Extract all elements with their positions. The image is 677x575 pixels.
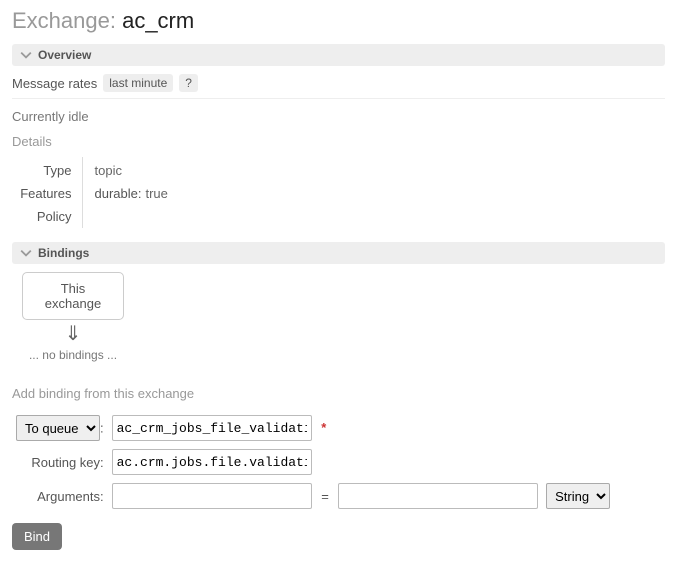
arguments-label: Arguments: [12, 479, 108, 513]
bind-button[interactable]: Bind [12, 523, 62, 550]
policy-label: Policy [12, 205, 82, 228]
table-row: Features durable:true [12, 182, 176, 205]
bindings-title: Bindings [38, 246, 89, 260]
table-row: Type topic [12, 157, 176, 182]
last-minute-tag[interactable]: last minute [103, 74, 173, 92]
policy-value [82, 205, 176, 228]
table-row: Routing key: [12, 445, 614, 479]
argument-key-input[interactable] [112, 483, 312, 509]
features-label: Features [12, 182, 82, 205]
argument-type-select[interactable]: String [546, 483, 610, 509]
no-bindings-text: ... no bindings ... [22, 348, 124, 362]
required-mark: * [321, 420, 326, 435]
this-exchange-box: This exchange [22, 272, 124, 320]
overview-body: Message rates last minute ? Currently id… [12, 74, 665, 228]
divider [12, 98, 665, 99]
destination-type-select[interactable]: To queue [16, 415, 100, 441]
page-title: Exchange: ac_crm [12, 8, 665, 34]
destination-name-input[interactable] [112, 415, 312, 441]
argument-value-input[interactable] [338, 483, 538, 509]
overview-title: Overview [38, 48, 91, 62]
table-row: Arguments: = String [12, 479, 614, 513]
durable-key: durable: [95, 186, 142, 201]
table-row: Policy [12, 205, 176, 228]
exchange-name: ac_crm [122, 8, 194, 33]
idle-text: Currently idle [12, 109, 665, 124]
type-label: Type [12, 157, 82, 182]
message-rates-line: Message rates last minute ? [12, 74, 665, 92]
overview-section-header[interactable]: Overview [12, 44, 665, 66]
details-heading: Details [12, 134, 665, 149]
details-table: Type topic Features durable:true Policy [12, 157, 176, 228]
message-rates-label: Message rates [12, 76, 97, 91]
add-binding-heading: Add binding from this exchange [12, 386, 665, 401]
features-value: durable:true [82, 182, 176, 205]
bindings-diagram: This exchange ⇓ ... no bindings ... [22, 272, 124, 362]
arrow-down-icon: ⇓ [22, 324, 124, 344]
page-title-prefix: Exchange: [12, 8, 122, 33]
help-icon[interactable]: ? [179, 74, 198, 92]
add-binding-form: To queue : * Routing key: Arguments: = S… [12, 411, 614, 513]
chevron-down-icon [20, 247, 32, 259]
type-value: topic [82, 157, 176, 182]
durable-value: true [145, 186, 167, 201]
chevron-down-icon [20, 49, 32, 61]
colon: : [100, 421, 104, 436]
routing-key-input[interactable] [112, 449, 312, 475]
bindings-body: This exchange ⇓ ... no bindings ... Add … [12, 272, 665, 550]
table-row: To queue : * [12, 411, 614, 445]
equals-sign: = [315, 489, 335, 504]
bindings-section-header[interactable]: Bindings [12, 242, 665, 264]
routing-key-label: Routing key: [12, 445, 108, 479]
